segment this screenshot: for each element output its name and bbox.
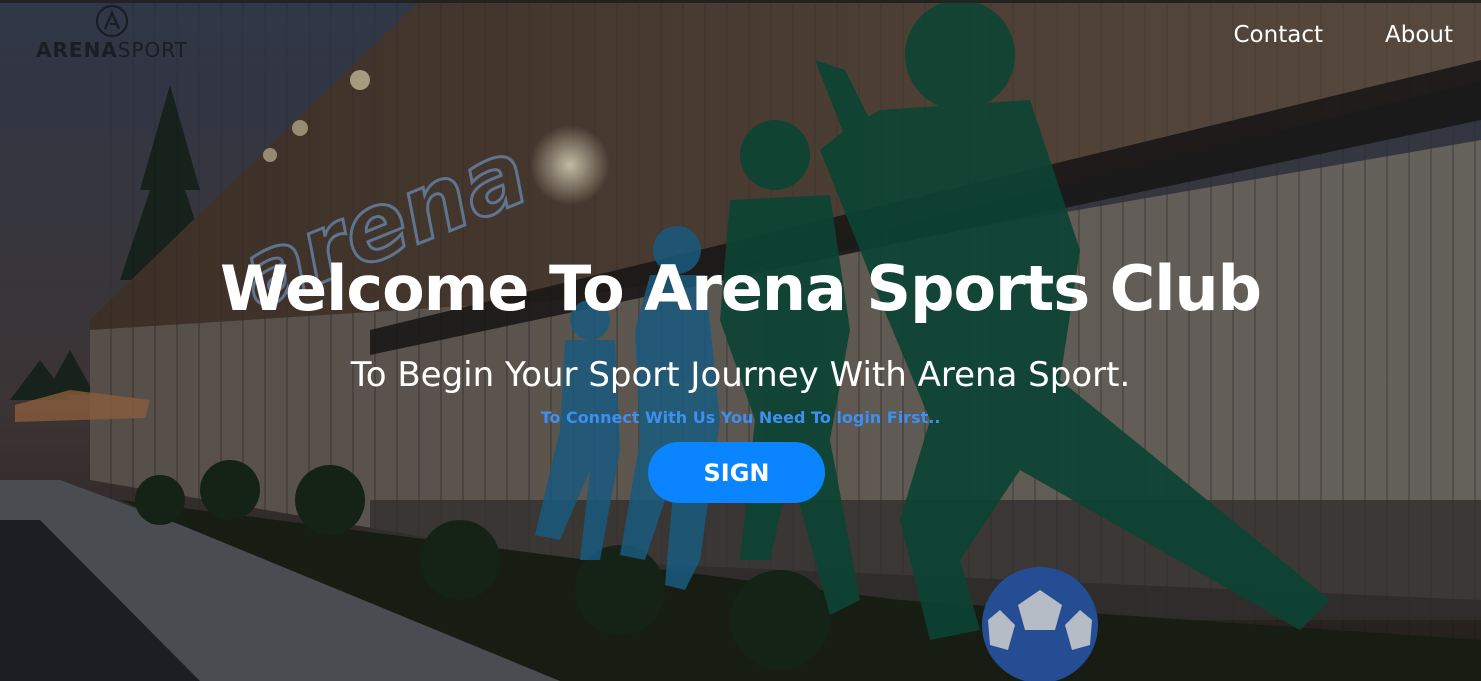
sign-button[interactable]: SIGN [648, 442, 825, 503]
logo-bold-text: ARENA [36, 38, 118, 62]
top-nav: Contact About [1234, 22, 1454, 48]
logo-wordmark: ARENASPORT [36, 38, 188, 62]
login-required-note: To Connect With Us You Need To login Fir… [540, 408, 941, 427]
nav-link-contact[interactable]: Contact [1234, 22, 1323, 48]
logo-light-text: SPORT [117, 38, 188, 62]
circle-a-icon [95, 4, 129, 38]
hero-subtitle: To Begin Your Sport Journey With Arena S… [350, 355, 1131, 395]
hero-section: arena ARENASPORT Contact About Welcome T… [0, 0, 1481, 681]
hero-title: Welcome To Arena Sports Club [219, 252, 1262, 325]
site-logo[interactable]: ARENASPORT [26, 4, 198, 66]
hero-background-image: arena [0, 0, 1481, 681]
nav-link-about[interactable]: About [1385, 22, 1453, 48]
